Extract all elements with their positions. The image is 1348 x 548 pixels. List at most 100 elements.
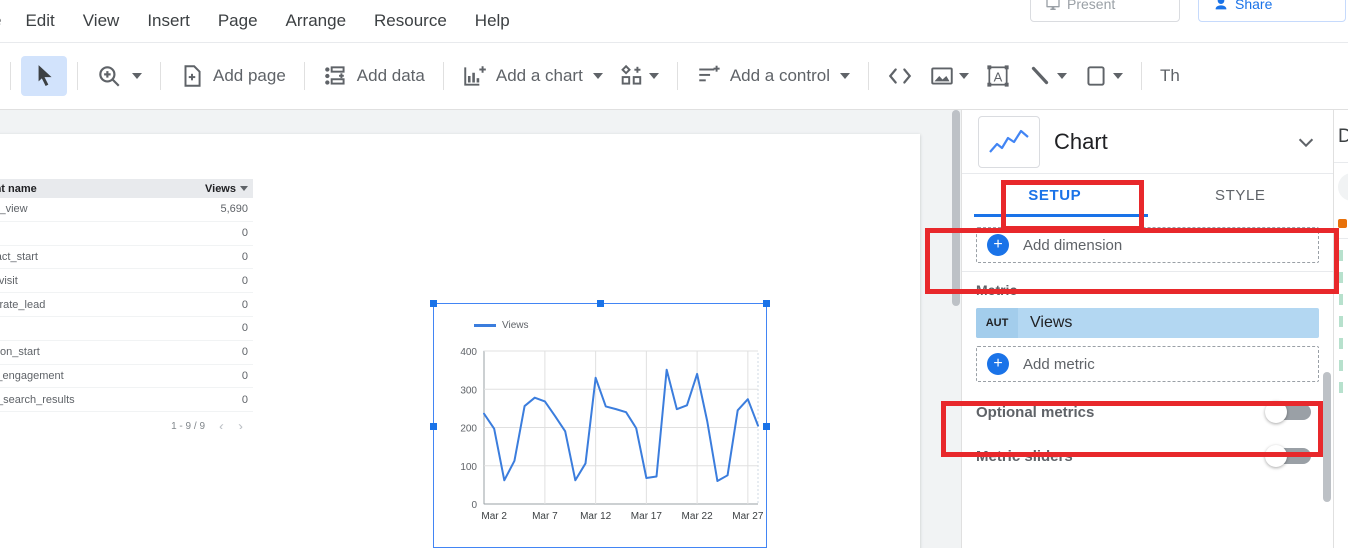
field-item[interactable] xyxy=(1339,360,1343,371)
field-item[interactable] xyxy=(1339,316,1343,327)
cell-event-name: page_view xyxy=(0,203,178,215)
table-body: page_view5,690click0contact_start0first_… xyxy=(0,198,253,412)
col-header-views[interactable]: Views xyxy=(178,183,248,195)
metric-sliders-label: Metric sliders xyxy=(976,448,1073,465)
chevron-down-icon[interactable] xyxy=(1295,131,1317,153)
shape-button[interactable] xyxy=(1075,56,1131,96)
table-row[interactable]: page_view5,690 xyxy=(0,198,253,222)
add-a-chart-button[interactable]: Add a chart xyxy=(454,56,611,96)
table-widget[interactable]: Event name Views page_view5,690click0con… xyxy=(0,179,253,429)
embed-code-button[interactable] xyxy=(879,56,921,96)
zoom-caret-icon[interactable] xyxy=(132,73,142,79)
field-item[interactable] xyxy=(1339,338,1343,349)
metric-section-label: Metric xyxy=(976,282,1333,298)
cell-views: 0 xyxy=(178,394,248,406)
optional-metrics-toggle[interactable] xyxy=(1265,401,1311,423)
resize-handle-middle-right[interactable] xyxy=(763,423,770,430)
line-caret-icon[interactable] xyxy=(1057,73,1067,79)
canvas-workspace[interactable]: Event name Views page_view5,690click0con… xyxy=(0,110,961,548)
cell-event-name: scroll xyxy=(0,322,178,334)
table-row[interactable]: generate_lead0 xyxy=(0,293,253,317)
add-control-caret-icon[interactable] xyxy=(840,73,850,79)
add-dimension-dropzone[interactable]: + Add dimension xyxy=(976,227,1319,263)
panel-title: Chart xyxy=(1054,129,1281,155)
menu-help[interactable]: Help xyxy=(461,6,524,36)
field-item[interactable] xyxy=(1339,382,1343,393)
resize-handle-middle-left[interactable] xyxy=(430,423,437,430)
svg-text:Mar 12: Mar 12 xyxy=(580,511,612,522)
data-source-icon xyxy=(1338,219,1347,228)
field-item[interactable] xyxy=(1339,250,1343,261)
toolbar-divider xyxy=(160,62,161,90)
add-control-icon xyxy=(696,63,722,89)
metric-sliders-toggle[interactable] xyxy=(1265,445,1311,467)
metric-field-views[interactable]: AUT Views xyxy=(976,308,1319,338)
looker-studio-window: Present Share e Edit View Insert Page Ar… xyxy=(0,0,1348,548)
present-button[interactable]: Present xyxy=(1030,0,1180,22)
text-box-button[interactable]: A xyxy=(977,56,1019,96)
svg-text:400: 400 xyxy=(460,347,477,358)
canvas-vertical-scrollbar[interactable] xyxy=(951,110,961,548)
table-row[interactable]: click0 xyxy=(0,222,253,246)
toggle-knob xyxy=(1265,445,1287,467)
menu-arrange[interactable]: Arrange xyxy=(272,6,360,36)
add-metric-section: + Add metric xyxy=(962,338,1333,390)
image-caret-icon[interactable] xyxy=(959,73,969,79)
line-chart-icon xyxy=(986,125,1032,159)
toolbar-divider xyxy=(10,62,11,90)
resize-handle-top-left[interactable] xyxy=(430,300,437,307)
table-row[interactable]: scroll0 xyxy=(0,317,253,341)
time-series-chart-widget[interactable]: Views 0100200300400Mar 2Mar 7Mar 12Mar 1… xyxy=(433,303,767,548)
add-page-button[interactable]: Add page xyxy=(171,56,294,96)
tab-style[interactable]: STYLE xyxy=(1148,174,1334,217)
svg-text:Mar 2: Mar 2 xyxy=(481,511,507,522)
add-metric-dropzone[interactable]: + Add metric xyxy=(976,346,1319,382)
chart-type-thumbnail[interactable] xyxy=(978,116,1040,168)
cell-views: 0 xyxy=(178,322,248,334)
table-row[interactable]: view_search_results0 xyxy=(0,388,253,412)
field-item[interactable] xyxy=(1339,294,1343,305)
table-row[interactable]: user_engagement0 xyxy=(0,365,253,389)
cell-views: 0 xyxy=(178,251,248,263)
menu-view[interactable]: View xyxy=(69,6,134,36)
table-row[interactable]: contact_start0 xyxy=(0,246,253,270)
panel-scrollbar-thumb[interactable] xyxy=(1323,372,1331,502)
add-chart-caret-icon[interactable] xyxy=(593,73,603,79)
zoom-tool-button[interactable] xyxy=(88,56,150,96)
add-a-control-button[interactable]: Add a control xyxy=(688,56,858,96)
add-page-icon xyxy=(179,63,205,89)
col-header-event-name[interactable]: Event name xyxy=(0,183,178,195)
menu-page[interactable]: Page xyxy=(204,6,272,36)
add-data-button[interactable]: Add data xyxy=(315,56,433,96)
select-tool-button[interactable] xyxy=(21,56,67,96)
image-button[interactable] xyxy=(921,56,977,96)
field-item[interactable] xyxy=(1339,272,1343,283)
resize-handle-top-right[interactable] xyxy=(763,300,770,307)
resize-handle-top-middle[interactable] xyxy=(597,300,604,307)
share-person-icon xyxy=(1213,0,1229,12)
community-viz-icon xyxy=(619,63,645,89)
metric-aggregation-badge: AUT xyxy=(976,308,1018,338)
cursor-arrow-icon xyxy=(31,63,57,89)
toolbar-divider xyxy=(443,62,444,90)
menu-file[interactable]: e xyxy=(0,6,11,36)
share-button[interactable]: Share xyxy=(1198,0,1346,22)
svg-text:100: 100 xyxy=(460,462,477,473)
canvas-scrollbar-thumb[interactable] xyxy=(952,110,960,306)
table-row[interactable]: session_start0 xyxy=(0,341,253,365)
menu-insert[interactable]: Insert xyxy=(133,6,204,36)
menu-resource[interactable]: Resource xyxy=(360,6,461,36)
pagination-next-button[interactable]: › xyxy=(238,419,243,429)
table-row[interactable]: first_visit0 xyxy=(0,269,253,293)
pagination-prev-button[interactable]: ‹ xyxy=(219,419,224,429)
theme-button[interactable]: Th xyxy=(1152,56,1188,96)
add-community-visualization-button[interactable] xyxy=(611,56,667,96)
data-panel-divider xyxy=(1334,238,1348,239)
add-a-chart-label: Add a chart xyxy=(496,66,583,86)
shape-caret-icon[interactable] xyxy=(1113,73,1123,79)
tab-setup[interactable]: SETUP xyxy=(962,174,1148,217)
community-viz-caret-icon[interactable] xyxy=(649,73,659,79)
data-panel-search-input[interactable] xyxy=(1338,173,1348,201)
line-button[interactable] xyxy=(1019,56,1075,96)
menu-edit[interactable]: Edit xyxy=(11,6,68,36)
